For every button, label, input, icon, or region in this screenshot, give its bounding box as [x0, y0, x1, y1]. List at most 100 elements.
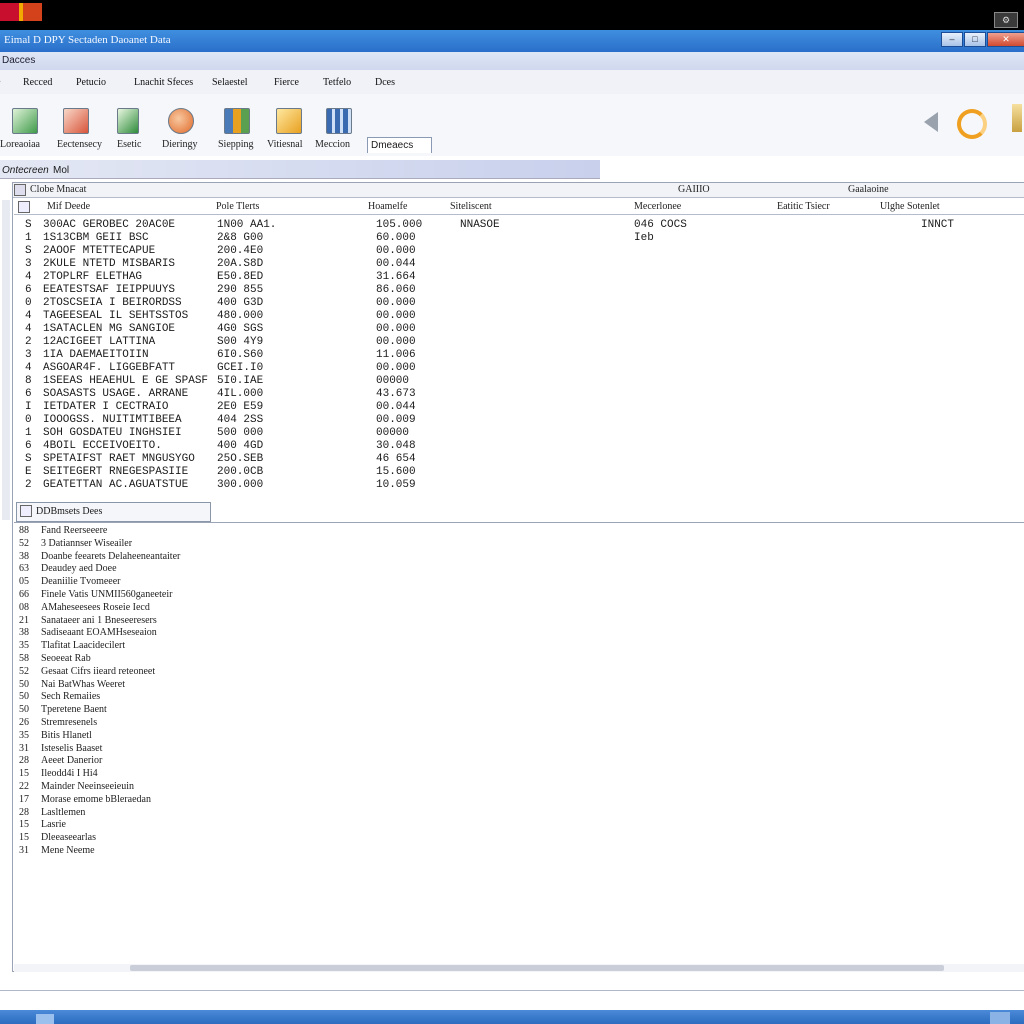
panel-header-left: Clobe Mnacat — [30, 184, 87, 195]
list-item-label: Seoeeat Rab — [41, 653, 91, 664]
list-item-label: Deaudey aed Doee — [41, 563, 117, 575]
grid-icon[interactable] — [326, 108, 352, 134]
speaker-icon[interactable] — [924, 112, 938, 132]
details-tab-icon — [20, 505, 32, 517]
status-label-left: Ontecreen — [2, 165, 49, 176]
list-item-label: Bitis Hlanetl — [41, 729, 92, 741]
row-name: SEITEGERT RNEGESPASIIE — [43, 466, 189, 478]
menu-item-dces[interactable]: Dces — [375, 77, 395, 88]
window-title: Eimal D DPY Sectaden Daoanet Data — [4, 34, 171, 46]
panel-header-center: GAIIIO — [678, 184, 710, 195]
address-label[interactable]: Dacces — [2, 55, 35, 66]
menu-item-petucio[interactable]: Petucio — [76, 77, 106, 88]
row-index: I — [25, 401, 32, 413]
folder-icon[interactable] — [276, 108, 302, 134]
list-item-label: Nai BatWhas Weeret — [41, 678, 125, 690]
row-name: 12ACIGEET LATTINA — [43, 336, 156, 348]
list-item-number: 22 — [19, 781, 29, 792]
list-item-label: Aeeet Danerior — [41, 755, 103, 767]
toolbar-label: Vitiesnal — [267, 139, 303, 150]
list-item-label: Isteselis Baaset — [41, 742, 103, 754]
list-item-label: Tperetene Baent — [41, 704, 107, 716]
refresh-icon[interactable] — [957, 109, 987, 139]
row-index: 4 — [25, 362, 32, 374]
list-item-number: 08 — [19, 601, 29, 613]
tray-icon[interactable] — [990, 1012, 1010, 1024]
taskbar — [0, 1010, 1024, 1024]
row-name: 4BOIL ECCEIVOEITO. — [43, 440, 162, 452]
status-strip — [0, 160, 600, 179]
list-item-number: 31 — [19, 845, 29, 856]
grid-corner-icon — [14, 184, 26, 196]
menu-item-recced[interactable]: Recced — [23, 77, 52, 88]
list-item-number: 52 — [19, 537, 29, 549]
menu-item-tetfelo[interactable]: Tetfelo — [323, 77, 351, 88]
settings-icon[interactable]: ⚙ — [994, 12, 1018, 28]
list-item-number: 15 — [19, 819, 29, 831]
row-value: 1N00 AA1. — [217, 219, 277, 231]
row-index: 6 — [25, 388, 32, 400]
menu-item-selaestel[interactable]: Selaestel — [212, 77, 248, 88]
maximize-button[interactable]: □ — [964, 32, 986, 47]
list-item-number: 28 — [19, 806, 29, 818]
tab-active[interactable]: Dmeaecs — [367, 137, 432, 153]
tool-icon[interactable] — [168, 108, 194, 134]
row-number: 00.044 — [376, 401, 416, 413]
row-value: 400 G3D — [217, 297, 264, 309]
row-value: 400 4GD — [217, 440, 264, 452]
list-item-number: 21 — [19, 614, 29, 626]
close-button[interactable]: ✕ — [987, 32, 1024, 47]
minimize-button[interactable]: – — [941, 32, 963, 47]
row-number: 105.000 — [376, 219, 423, 231]
list-item-number: 58 — [19, 653, 29, 664]
spreadsheet-icon[interactable] — [117, 108, 139, 134]
address-bar — [0, 52, 1024, 71]
list-item-label: Finele Vatis UNMII560ganeeteir — [41, 589, 173, 600]
row-name: 2TOSCSEIA I BEIRORDSS — [43, 297, 182, 309]
row-number: 43.673 — [376, 388, 416, 400]
list-item-number: 88 — [19, 525, 29, 536]
chart-icon[interactable] — [12, 108, 38, 134]
row-number: 00000 — [376, 375, 410, 387]
flag-icon — [0, 3, 42, 21]
list-item-label: Lasltlemen — [41, 806, 86, 818]
toolbar-label: Dieringy — [162, 139, 198, 150]
list-item-label: Sanataeer ani 1 Bneseeresers — [41, 614, 157, 626]
list-item-number: 63 — [19, 563, 29, 575]
start-icon[interactable] — [36, 1014, 54, 1024]
document-icon[interactable] — [63, 108, 89, 134]
list-item-number: 38 — [19, 627, 29, 639]
vertical-scrollbar[interactable] — [2, 200, 10, 520]
list-item-label: AMaheseesees Roseie Iecd — [41, 601, 150, 613]
row-name: 2AOOF MTETTECAPUE — [43, 245, 156, 257]
panel-header-right: Gaalaoine — [848, 184, 889, 195]
row-name: GEATETTAN AC.AGUATSTUE — [43, 479, 189, 491]
toolbar-label: Meccion — [315, 139, 350, 150]
row-value: 4G0 SGS — [217, 323, 264, 335]
row-index: 8 — [25, 375, 32, 387]
column-header[interactable]: Ulghe Sotenlet — [880, 201, 940, 212]
menu-item-lnachit[interactable]: Lnachit Sfeces — [134, 77, 193, 88]
select-all-checkbox[interactable] — [18, 201, 30, 213]
list-item-label: Doanbe feearets Delaheeneantaiter — [41, 550, 181, 562]
row-number: 00.000 — [376, 323, 416, 335]
column-header[interactable]: Hoamelfe — [368, 201, 407, 212]
column-header[interactable]: Eatitic Tsiecr — [777, 201, 830, 212]
list-item-number: 31 — [19, 742, 29, 754]
tiles-icon[interactable] — [224, 108, 250, 134]
column-header[interactable]: Mecerlonee — [634, 201, 681, 212]
list-item-label: Mainder Neeinseeieuin — [41, 781, 135, 792]
column-header[interactable]: Pole Tlerts — [216, 201, 259, 212]
column-header[interactable]: Mif Deede — [47, 201, 90, 212]
row-number: 00.000 — [376, 336, 416, 348]
pencil-icon[interactable] — [1012, 104, 1022, 132]
row-number: 86.060 — [376, 284, 416, 296]
list-item-label: Stremresenels — [41, 717, 98, 728]
menu-item-fierce[interactable]: Fierce — [274, 77, 299, 88]
column-header[interactable]: Siteliscent — [450, 201, 492, 212]
row-name: 1SATACLEN MG SANGIOE — [43, 323, 176, 335]
row-number: 11.006 — [376, 349, 416, 361]
list-item-number: 50 — [19, 704, 29, 716]
row-name: 1S13CBM GEII BSC — [43, 232, 149, 244]
scrollbar-thumb[interactable] — [130, 965, 944, 971]
